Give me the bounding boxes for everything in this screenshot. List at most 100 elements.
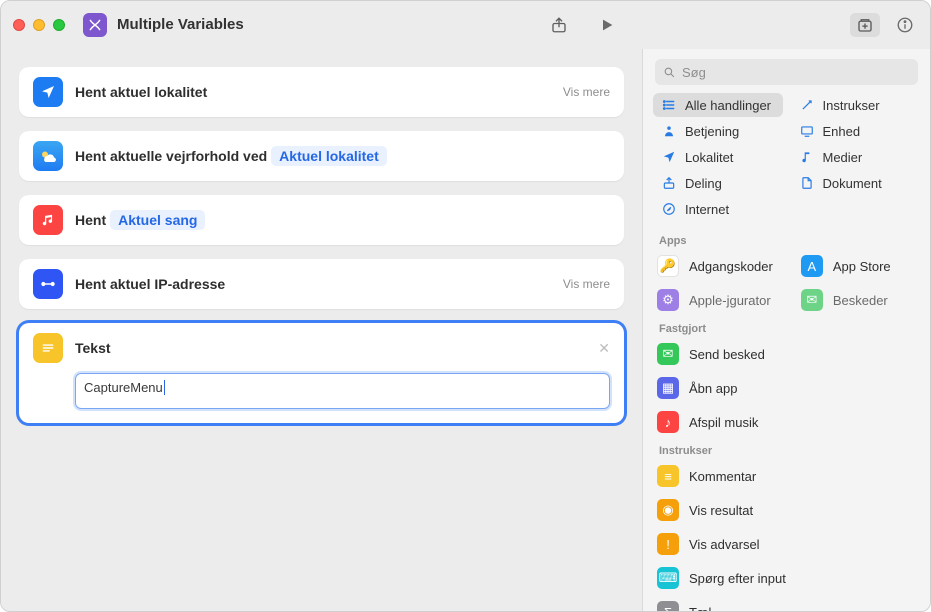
row-label: Afspil musik: [689, 415, 758, 430]
action-title: Tekst: [75, 340, 111, 356]
sidebar-scroll[interactable]: Apps 🔑Adgangskoder AApp Store ⚙ Apple-jgu…: [643, 229, 930, 611]
text-lines-icon: ≡: [657, 465, 679, 487]
app-label: Adgangskoder: [689, 259, 773, 274]
close-window-button[interactable]: [13, 19, 25, 31]
category-label: Alle handlinger: [685, 98, 771, 113]
action-weather[interactable]: Hent aktuelle vejrforhold ved Aktuel lok…: [19, 131, 624, 181]
section-apps: 🔑Adgangskoder AApp Store ⚙ Apple-jgurator…: [643, 249, 930, 317]
category-label: Enhed: [823, 124, 861, 139]
messages-icon: ✉: [657, 343, 679, 365]
app-label: Apple-jgurator: [689, 293, 771, 308]
pinned-open-app[interactable]: ▦ Åbn app: [643, 371, 930, 405]
workflow-editor[interactable]: Hent aktuel lokalitet Vis mere Hent aktu…: [1, 49, 642, 611]
app-window: Multiple Variables Hent aktuel lokalitet…: [0, 0, 931, 612]
action-text[interactable]: Tekst ✕ CaptureMenu: [19, 323, 624, 423]
app-grid-icon: ▦: [657, 377, 679, 399]
category-document[interactable]: Dokument: [791, 171, 921, 195]
app-messages[interactable]: ✉Beskeder: [787, 283, 930, 317]
category-control[interactable]: Betjening: [653, 119, 783, 143]
location-arrow-icon: [33, 77, 63, 107]
action-title: Hent aktuel IP-adresse: [75, 276, 225, 292]
action-music[interactable]: Hent Aktuel sang: [19, 195, 624, 245]
app-appstore[interactable]: AApp Store: [787, 249, 930, 283]
section-scripting-title: Instrukser: [643, 439, 930, 459]
app-passwords[interactable]: 🔑Adgangskoder: [643, 249, 787, 283]
category-sharing[interactable]: Deling: [653, 171, 783, 195]
action-ip[interactable]: Hent aktuel IP-adresse Vis mere: [19, 259, 624, 309]
show-more-button[interactable]: Vis mere: [563, 85, 610, 99]
safari-icon: [661, 201, 677, 217]
run-button[interactable]: [594, 14, 620, 36]
section-scripting: ≡ Kommentar ◉Vis resultat ! Vis advarsel ⌨…: [643, 459, 930, 611]
category-label: Dokument: [823, 176, 882, 191]
text-icon: [33, 333, 63, 363]
search-input[interactable]: Søg: [655, 59, 918, 85]
text-value: CaptureMenu: [84, 380, 165, 395]
weather-icon: [33, 141, 63, 171]
category-media[interactable]: Medier: [791, 145, 921, 169]
category-label: Betjening: [685, 124, 739, 139]
window-title: Multiple Variables: [117, 16, 546, 33]
alert-icon: !: [657, 533, 679, 555]
action-location[interactable]: Hent aktuel lokalitet Vis mere: [19, 67, 624, 117]
location-arrow-icon: [661, 149, 677, 165]
info-button[interactable]: [894, 14, 916, 36]
scripting-show-result[interactable]: ◉Vis resultat: [643, 493, 930, 527]
category-device[interactable]: Enhed: [791, 119, 921, 143]
library-toggle-button[interactable]: [850, 13, 880, 37]
section-pinned: ✉ Send besked ▦ Åbn app ♪Afspil musik: [643, 337, 930, 439]
row-label: Send besked: [689, 347, 765, 362]
toolbar-right: [546, 14, 620, 36]
scripting-ask-input[interactable]: ⌨ Spørg efter input: [643, 561, 930, 595]
pinned-send-message[interactable]: ✉ Send besked: [643, 337, 930, 371]
category-label: Lokalitet: [685, 150, 733, 165]
appstore-icon: A: [801, 255, 823, 277]
zoom-window-button[interactable]: [53, 19, 65, 31]
search-placeholder: Søg: [682, 65, 706, 80]
remove-action-button[interactable]: ✕: [598, 340, 610, 357]
category-all[interactable]: Alle handlinger: [653, 93, 783, 117]
pinned-play-music[interactable]: ♪Afspil musik: [643, 405, 930, 439]
category-label: Instrukser: [823, 98, 880, 113]
category-label: Deling: [685, 176, 722, 191]
network-icon: [33, 269, 63, 299]
wand-icon: [799, 97, 815, 113]
category-scripting[interactable]: Instrukser: [791, 93, 921, 117]
action-label-prefix: Hent aktuelle vejrforhold ved: [75, 148, 267, 164]
app-configurator[interactable]: ⚙ Apple-jgurator: [643, 283, 787, 317]
titlebar: Multiple Variables: [1, 1, 930, 49]
category-internet[interactable]: Internet: [653, 197, 783, 221]
action-title: Hent aktuelle vejrforhold ved Aktuel lok…: [75, 146, 387, 166]
scripting-count[interactable]: ΣTæl: [643, 595, 930, 611]
category-label: Internet: [685, 202, 729, 217]
person-icon: [661, 123, 677, 139]
action-label-prefix: Hent: [75, 212, 106, 228]
text-action-input[interactable]: CaptureMenu: [75, 373, 610, 409]
window-body: Hent aktuel lokalitet Vis mere Hent aktu…: [1, 49, 930, 611]
section-apps-title: Apps: [643, 229, 930, 249]
input-icon: ⌨: [657, 567, 679, 589]
row-label: Vis advarsel: [689, 537, 760, 552]
music-icon: [33, 205, 63, 235]
variable-pill-location[interactable]: Aktuel lokalitet: [271, 146, 387, 166]
gear-icon: ⚙: [657, 289, 679, 311]
scripting-show-alert[interactable]: ! Vis advarsel: [643, 527, 930, 561]
category-location[interactable]: Lokalitet: [653, 145, 783, 169]
display-icon: [799, 123, 815, 139]
action-title: Hent aktuel lokalitet: [75, 84, 207, 100]
variable-pill-song[interactable]: Aktuel sang: [110, 210, 205, 230]
music-note-icon: [799, 149, 815, 165]
share-button[interactable]: [546, 14, 572, 36]
list-icon: [661, 97, 677, 113]
eye-icon: ◉: [657, 499, 679, 521]
row-label: Spørg efter input: [689, 571, 786, 586]
row-label: Kommentar: [689, 469, 756, 484]
share-icon: [661, 175, 677, 191]
section-pinned-title: Fastgjort: [643, 317, 930, 337]
category-grid: Alle handlinger Instrukser Betjening Enh…: [643, 93, 930, 229]
row-label: Åbn app: [689, 381, 737, 396]
scripting-comment[interactable]: ≡ Kommentar: [643, 459, 930, 493]
minimize-window-button[interactable]: [33, 19, 45, 31]
show-more-button[interactable]: Vis mere: [563, 277, 610, 291]
shortcut-icon: [83, 13, 107, 37]
